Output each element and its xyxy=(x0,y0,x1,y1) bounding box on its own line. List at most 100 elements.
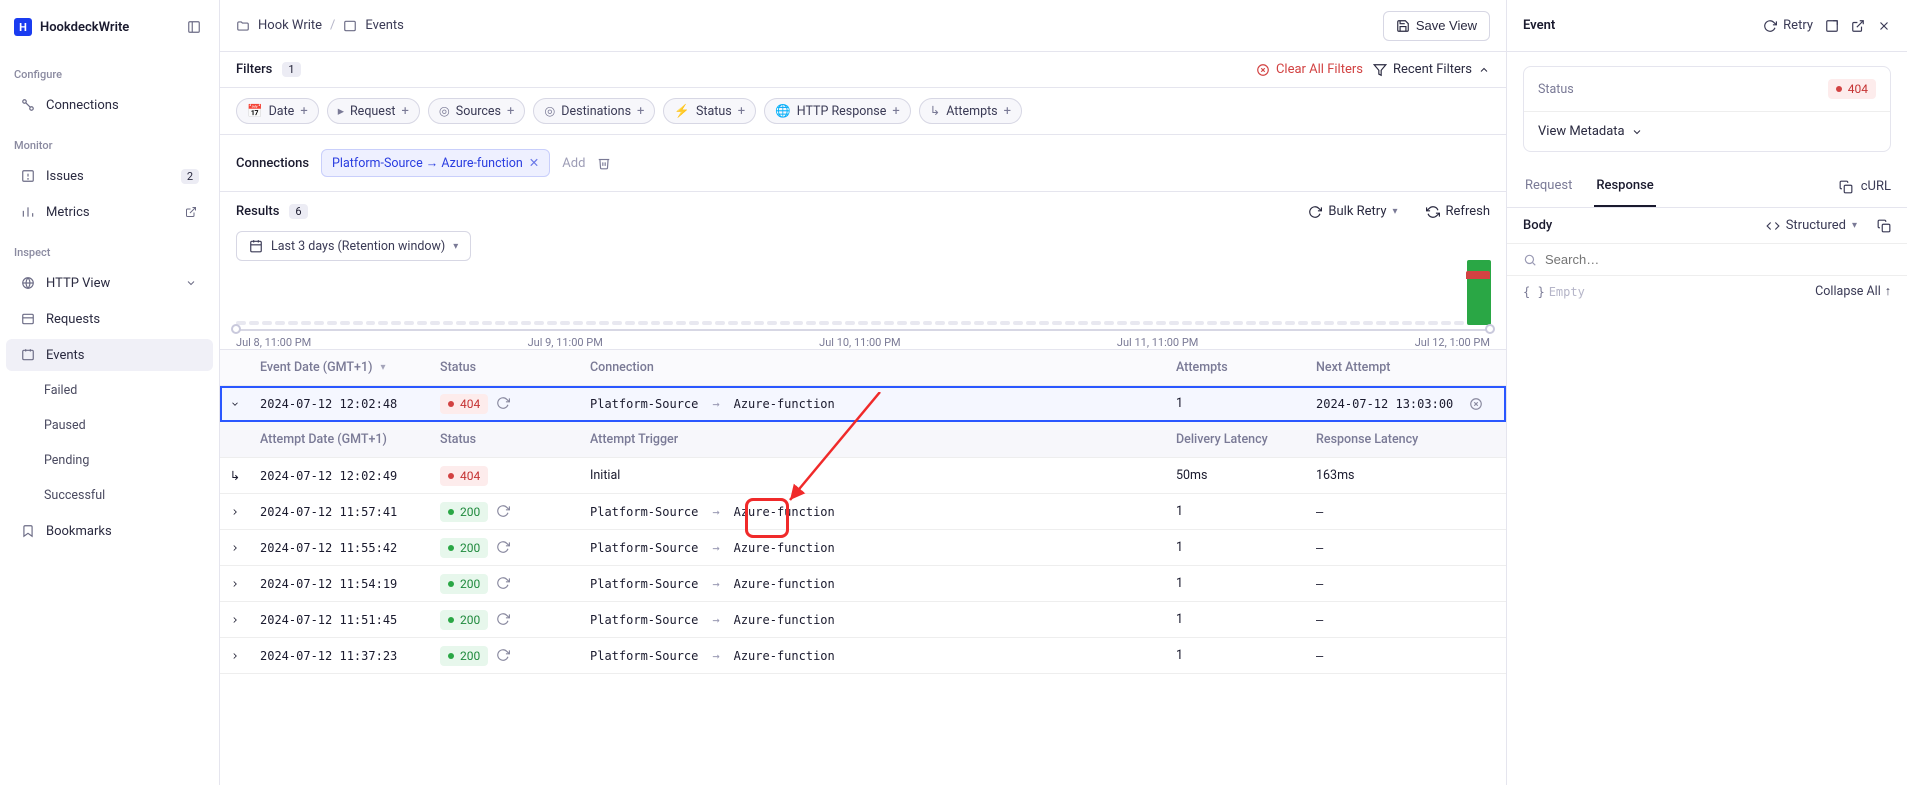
cancel-retry-icon[interactable] xyxy=(1469,397,1483,411)
connection-chip[interactable]: Platform-Source → Azure-function ✕ xyxy=(321,149,550,177)
row-retry-icon[interactable] xyxy=(496,540,512,556)
add-connection-button[interactable]: Add xyxy=(562,156,585,171)
sidebar: H HookdeckWrite Configure Connections Mo… xyxy=(0,0,220,785)
col-status[interactable]: Status xyxy=(440,360,476,375)
expand-toggle[interactable] xyxy=(220,506,250,518)
workspace-switcher[interactable]: H HookdeckWrite xyxy=(0,6,219,52)
row-retry-icon[interactable] xyxy=(496,576,512,592)
histogram[interactable]: /* placeholder */ Jul 8, 11:00 PM Jul 9,… xyxy=(220,271,1506,349)
refresh-button[interactable]: Refresh xyxy=(1426,204,1490,219)
nav-requests[interactable]: Requests xyxy=(6,303,213,335)
expand-toggle[interactable] xyxy=(220,542,250,554)
request-icon: ▸ xyxy=(338,103,344,119)
chip-sources[interactable]: ◎Sources+ xyxy=(428,98,526,124)
chip-destinations[interactable]: ◎Destinations+ xyxy=(533,98,655,124)
col-attempts[interactable]: Attempts xyxy=(1176,360,1228,375)
nav-label: Events xyxy=(46,348,84,363)
detail-title: Event xyxy=(1523,18,1753,33)
attempt-row[interactable]: ↳ 2024-07-12 12:02:49 404 Initial 50ms 1… xyxy=(220,458,1506,494)
col-next[interactable]: Next Attempt xyxy=(1316,360,1390,375)
chip-request[interactable]: ▸Request+ xyxy=(327,98,420,124)
tab-curl[interactable]: cURL xyxy=(1861,179,1891,194)
delete-filter-icon[interactable] xyxy=(597,156,611,170)
recent-filters-button[interactable]: Recent Filters xyxy=(1373,62,1490,77)
histogram-slider[interactable] xyxy=(236,329,1490,331)
copy-body-icon[interactable] xyxy=(1877,219,1891,233)
cell-connection: Platform-Source→Azure-function xyxy=(580,649,1166,663)
cell-attempts: 1 xyxy=(1166,612,1306,627)
nav-bookmarks[interactable]: Bookmarks xyxy=(6,515,213,547)
chip-http-response[interactable]: 🌐HTTP Response+ xyxy=(764,98,911,124)
filter-chips: 📅Date+ ▸Request+ ◎Sources+ ◎Destinations… xyxy=(220,88,1506,135)
tab-response[interactable]: Response xyxy=(1594,166,1655,207)
col-date[interactable]: Event Date (GMT+1) xyxy=(260,360,372,375)
cell-next: – xyxy=(1306,649,1506,663)
row-retry-icon[interactable] xyxy=(496,612,512,628)
expand-toggle[interactable] xyxy=(220,614,250,626)
section-inspect: Inspect xyxy=(0,230,219,265)
table-row[interactable]: 2024-07-12 11:57:41 200 Platform-Source→… xyxy=(220,494,1506,530)
nav-label: Bookmarks xyxy=(46,524,112,539)
results-count: 6 xyxy=(289,204,307,219)
slider-knob-right[interactable] xyxy=(1485,324,1495,334)
view-metadata-button[interactable]: View Metadata xyxy=(1524,112,1890,151)
remove-chip-icon[interactable]: ✕ xyxy=(529,155,539,171)
table-row[interactable]: 2024-07-12 11:51:45 200 Platform-Source→… xyxy=(220,602,1506,638)
row-retry-icon[interactable] xyxy=(496,396,512,412)
close-icon[interactable] xyxy=(1877,19,1891,33)
chip-date[interactable]: 📅Date+ xyxy=(236,98,319,124)
expand-toggle[interactable] xyxy=(220,398,250,410)
main: Hook Write / Events Save View Filters 1 … xyxy=(220,0,1507,785)
detail-header: Event Retry xyxy=(1507,0,1907,52)
structured-toggle[interactable]: Structured ▾ xyxy=(1766,218,1857,233)
table-header: Event Date (GMT+1) ▾ Status Connection At… xyxy=(220,350,1506,386)
copy-icon[interactable] xyxy=(1839,180,1853,194)
bulk-retry-button[interactable]: Bulk Retry ▾ xyxy=(1308,204,1397,219)
search-icon xyxy=(1523,253,1537,267)
row-retry-icon[interactable] xyxy=(496,504,512,520)
expand-toggle[interactable] xyxy=(220,578,250,590)
chevron-down-icon xyxy=(1631,126,1643,138)
sidebar-collapse-icon[interactable] xyxy=(183,16,205,38)
histogram-labels: Jul 8, 11:00 PM Jul 9, 11:00 PM Jul 10, … xyxy=(236,336,1490,349)
bolt-icon: ⚡ xyxy=(674,104,690,119)
nav-connections[interactable]: Connections xyxy=(6,89,213,121)
body-search-input[interactable] xyxy=(1545,252,1891,267)
nav-metrics[interactable]: Metrics xyxy=(6,196,213,228)
table-row[interactable]: 2024-07-12 11:54:19 200 Platform-Source→… xyxy=(220,566,1506,602)
nav-events-paused[interactable]: Paused xyxy=(6,410,213,441)
json-braces: { } xyxy=(1523,285,1545,299)
nav-events-failed[interactable]: Failed xyxy=(6,375,213,406)
tab-request[interactable]: Request xyxy=(1523,166,1574,207)
nav-events-successful[interactable]: Successful xyxy=(6,480,213,511)
nav-http-view[interactable]: HTTP View xyxy=(6,267,213,299)
save-view-button[interactable]: Save View xyxy=(1383,11,1490,41)
breadcrumb-folder[interactable]: Hook Write xyxy=(258,18,322,33)
body-bar: Body Structured ▾ xyxy=(1507,208,1907,244)
sort-icon[interactable]: ▾ xyxy=(380,362,385,373)
table-row[interactable]: 2024-07-12 11:55:42 200 Platform-Source→… xyxy=(220,530,1506,566)
expand-toggle[interactable] xyxy=(220,650,250,662)
row-retry-icon[interactable] xyxy=(496,648,512,664)
open-new-icon[interactable] xyxy=(1825,19,1839,33)
date-range-select[interactable]: Last 3 days (Retention window) ▾ xyxy=(236,231,471,261)
nav-issues[interactable]: Issues 2 xyxy=(6,160,213,192)
clear-filters-button[interactable]: Clear All Filters xyxy=(1256,62,1363,77)
collapse-all-button[interactable]: Collapse All ↑ xyxy=(1815,284,1891,299)
cell-connection: Platform-Source→Azure-function xyxy=(580,397,1166,411)
col-connection[interactable]: Connection xyxy=(590,360,654,375)
body-search[interactable] xyxy=(1507,244,1907,276)
cell-date: 2024-07-12 11:54:19 xyxy=(250,577,430,591)
chip-attempts[interactable]: ↳Attempts+ xyxy=(919,98,1022,124)
code-icon xyxy=(1766,219,1780,233)
nav-events-pending[interactable]: Pending xyxy=(6,445,213,476)
chip-status[interactable]: ⚡Status+ xyxy=(663,98,756,124)
table-row[interactable]: 2024-07-12 11:37:23 200 Platform-Source→… xyxy=(220,638,1506,674)
cell-status: 404 xyxy=(430,394,580,414)
cell-status: 200 xyxy=(430,610,580,630)
slider-knob-left[interactable] xyxy=(231,324,241,334)
retry-button[interactable]: Retry xyxy=(1763,18,1813,33)
table-row[interactable]: 2024-07-12 12:02:48 404 Platform-Source→… xyxy=(220,386,1506,422)
nav-events[interactable]: Events xyxy=(6,339,213,371)
external-link-icon[interactable] xyxy=(1851,19,1865,33)
